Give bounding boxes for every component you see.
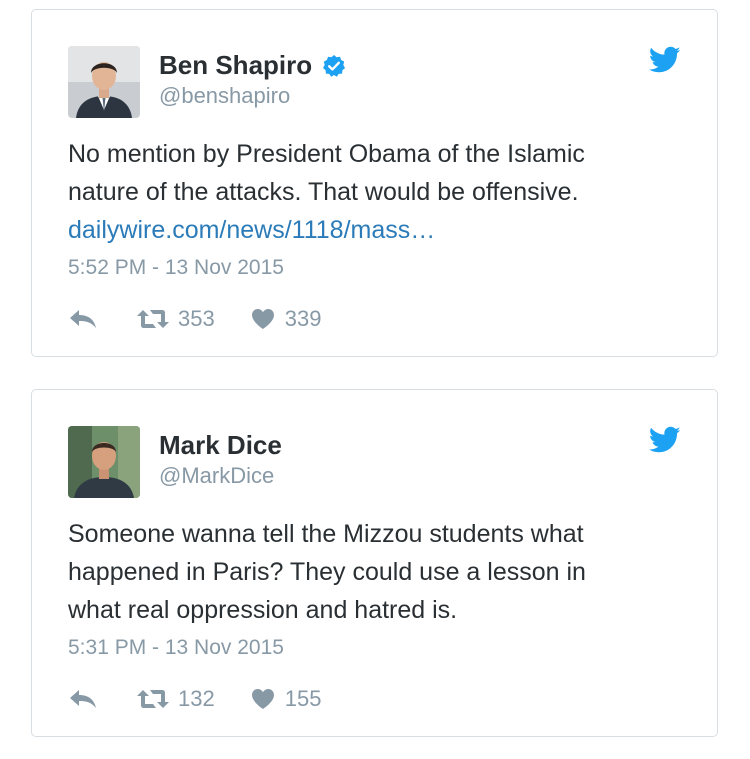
handle[interactable]: @benshapiro xyxy=(159,83,290,109)
reply-icon xyxy=(70,310,96,328)
timestamp[interactable]: 5:52 PM - 13 Nov 2015 xyxy=(68,256,284,280)
like-button[interactable]: 339 xyxy=(251,306,322,332)
reply-button[interactable] xyxy=(68,687,98,711)
tweet-link[interactable]: dailywire.com/news/1118/mass… xyxy=(68,211,688,249)
display-name[interactable]: Mark Dice xyxy=(159,430,282,461)
avatar[interactable] xyxy=(68,46,140,118)
verified-badge-icon xyxy=(322,54,346,78)
tweet-text: No mention by President Obama of the Isl… xyxy=(68,135,688,249)
tweet-card: Ben Shapiro @benshapiro No mention by Pr… xyxy=(31,9,718,357)
avatar-image xyxy=(68,426,140,498)
tweet-actions: 132 155 xyxy=(68,685,321,713)
tweet-actions: 353 339 xyxy=(68,305,321,333)
display-name-text[interactable]: Ben Shapiro xyxy=(159,50,312,81)
tweet-text-line: No mention by President Obama of the Isl… xyxy=(68,140,585,168)
tweet-text-line: Someone wanna tell the Mizzou students w… xyxy=(68,520,584,548)
tweet-card: Mark Dice @MarkDice Someone wanna tell t… xyxy=(31,389,718,737)
retweet-icon xyxy=(137,690,169,708)
handle[interactable]: @MarkDice xyxy=(159,463,274,489)
retweet-icon xyxy=(137,310,169,328)
twitter-bird-icon[interactable] xyxy=(648,426,681,454)
reply-icon xyxy=(70,690,96,708)
tweet-text-line: nature of the attacks. That would be off… xyxy=(68,178,579,206)
tweet-text: Someone wanna tell the Mizzou students w… xyxy=(68,515,688,629)
display-name-text[interactable]: Mark Dice xyxy=(159,430,282,461)
avatar[interactable] xyxy=(68,426,140,498)
avatar-image xyxy=(68,46,140,118)
display-name[interactable]: Ben Shapiro xyxy=(159,50,346,81)
like-count: 155 xyxy=(284,686,322,711)
timestamp[interactable]: 5:31 PM - 13 Nov 2015 xyxy=(68,636,284,660)
heart-icon xyxy=(251,689,274,709)
retweet-button[interactable]: 132 xyxy=(136,686,215,712)
like-button[interactable]: 155 xyxy=(251,686,322,712)
heart-icon xyxy=(251,309,274,329)
tweet-text-line: what real oppression and hatred is. xyxy=(68,596,458,624)
retweet-count: 132 xyxy=(178,686,215,711)
retweet-count: 353 xyxy=(178,306,215,331)
tweet-text-line: happened in Paris? They could use a less… xyxy=(68,558,586,586)
like-count: 339 xyxy=(284,306,322,331)
twitter-bird-icon[interactable] xyxy=(648,46,681,74)
reply-button[interactable] xyxy=(68,307,98,331)
retweet-button[interactable]: 353 xyxy=(136,306,215,332)
